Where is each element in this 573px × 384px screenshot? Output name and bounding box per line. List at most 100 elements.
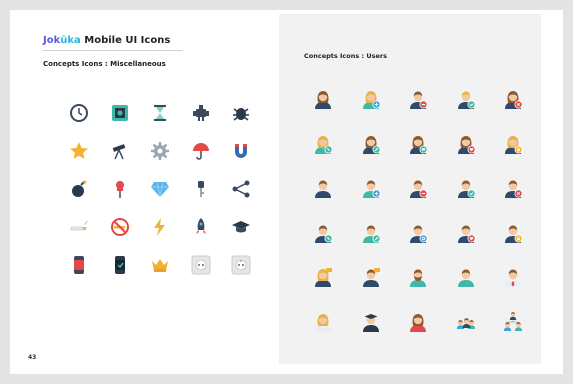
brand-title: Jokūka Mobile UI Icons xyxy=(43,35,170,46)
star-icon xyxy=(66,138,92,164)
misc-section-title: Concepts Icons : Miscellaneous xyxy=(43,60,166,68)
graduation-cap-icon-graphic xyxy=(232,221,250,233)
user-male-edit-icon-graphic xyxy=(362,225,380,243)
key-icon xyxy=(188,176,214,202)
title-divider xyxy=(43,50,183,51)
user-female-edit-icon xyxy=(358,131,384,157)
user-female-heart-icon xyxy=(453,131,479,157)
user-female-icon-graphic xyxy=(315,91,331,109)
user-male-phone-icon xyxy=(310,220,336,246)
page-number: 43 xyxy=(28,354,37,361)
user-group-icon-graphic xyxy=(456,317,475,329)
brand-rest: Mobile UI Icons xyxy=(80,35,171,46)
user-female-phone-icon-graphic xyxy=(315,135,333,154)
user-male-settings-icon xyxy=(405,220,431,246)
robot-icon-graphic xyxy=(192,105,209,121)
user-male-settings-icon-graphic xyxy=(410,225,428,243)
user-male-icon xyxy=(310,175,336,201)
key-icon-graphic xyxy=(197,181,204,197)
lightning-icon xyxy=(147,214,173,240)
user-bearded-icon-graphic xyxy=(410,269,426,287)
power-socket-icon xyxy=(188,252,214,278)
brand-part1: Jok xyxy=(43,35,61,46)
user-male-remove-alt-icon xyxy=(405,175,431,201)
user-female-heart-icon-graphic xyxy=(457,135,475,154)
users-section-title: Concepts Icons : Users xyxy=(304,52,388,60)
crown-icon-graphic xyxy=(152,259,168,272)
user-male-edit-icon xyxy=(358,220,384,246)
user-male-heart-icon-graphic xyxy=(457,225,475,243)
user-graduate-icon-graphic xyxy=(362,313,379,332)
brand-part2: ūka xyxy=(60,35,81,46)
magnet-icon xyxy=(228,138,254,164)
telescope-icon xyxy=(107,138,133,164)
bug-icon xyxy=(228,100,254,126)
user-female-speech-icon xyxy=(310,264,336,290)
graduation-cap-icon xyxy=(228,214,254,240)
user-male-add-icon xyxy=(358,175,384,201)
user-male-lock-icon-graphic xyxy=(505,225,523,243)
pushpin-icon-graphic xyxy=(115,181,124,198)
magnet-icon-graphic xyxy=(235,144,247,158)
star-icon-graphic xyxy=(70,142,88,159)
umbrella-icon-graphic xyxy=(192,143,209,160)
user-female-chat-icon-graphic xyxy=(410,135,428,154)
user-male-remove-icon-graphic xyxy=(410,91,428,109)
bomb-icon-graphic xyxy=(72,180,87,197)
user-male-check-icon xyxy=(453,86,479,112)
user-team-icon xyxy=(500,309,526,335)
user-female-red-icon xyxy=(405,309,431,335)
user-female-icon xyxy=(310,86,336,112)
umbrella-icon xyxy=(188,138,214,164)
user-male-check-icon-graphic xyxy=(457,91,475,109)
user-male-check-alt-icon xyxy=(453,175,479,201)
clock-icon xyxy=(66,100,92,126)
user-female-edit-icon-graphic xyxy=(362,135,380,154)
user-female-lock-icon xyxy=(500,131,526,157)
power-socket-icon-graphic xyxy=(191,255,210,275)
user-bearded-icon xyxy=(405,264,431,290)
user-blonde-icon-graphic xyxy=(315,313,331,332)
smartwatch-dark-icon-graphic xyxy=(114,256,125,274)
user-male-phone-icon-graphic xyxy=(315,225,333,243)
hourglass-icon-graphic xyxy=(154,105,166,121)
diamond-icon-graphic xyxy=(151,181,169,198)
robot-icon xyxy=(188,100,214,126)
user-male-delete-icon-graphic xyxy=(505,180,523,198)
user-female-lock-icon-graphic xyxy=(505,135,523,154)
cigarette-icon xyxy=(66,214,92,240)
lightning-icon-graphic xyxy=(154,218,165,236)
power-socket-alt-icon xyxy=(228,252,254,278)
smartwatch-icon-graphic xyxy=(74,256,84,274)
user-female-red-icon-graphic xyxy=(410,313,426,332)
rocket-icon-graphic xyxy=(195,218,206,234)
hourglass-icon xyxy=(147,100,173,126)
user-male-check-alt-icon-graphic xyxy=(457,180,475,198)
smartwatch-dark-icon xyxy=(107,252,133,278)
user-male-icon-graphic xyxy=(315,180,331,198)
user-business-icon xyxy=(500,264,526,290)
user-male-teal-icon-graphic xyxy=(457,269,474,287)
user-female-phone-icon xyxy=(310,131,336,157)
bomb-icon xyxy=(66,176,92,202)
no-smoking-icon xyxy=(107,214,133,240)
gear-icon-graphic xyxy=(151,142,169,160)
pushpin-icon xyxy=(107,176,133,202)
power-socket-alt-icon-graphic xyxy=(231,255,251,275)
diamond-icon xyxy=(147,176,173,202)
rocket-icon xyxy=(188,214,214,240)
user-blonde-icon xyxy=(310,309,336,335)
user-female-chat-icon xyxy=(405,131,431,157)
user-team-icon-graphic xyxy=(503,311,523,331)
user-male-speech-icon xyxy=(358,264,384,290)
telescope-icon-graphic xyxy=(112,144,125,160)
user-male-remove-alt-icon-graphic xyxy=(410,180,428,198)
user-male-speech-icon-graphic xyxy=(362,268,380,287)
user-male-add-icon-graphic xyxy=(362,180,380,198)
user-female-add-icon-graphic xyxy=(362,91,380,109)
user-female-delete-icon-graphic xyxy=(505,91,523,109)
user-male-heart-icon xyxy=(453,220,479,246)
user-female-delete-icon xyxy=(500,86,526,112)
user-male-delete-icon xyxy=(500,175,526,201)
share-icon xyxy=(228,176,254,202)
